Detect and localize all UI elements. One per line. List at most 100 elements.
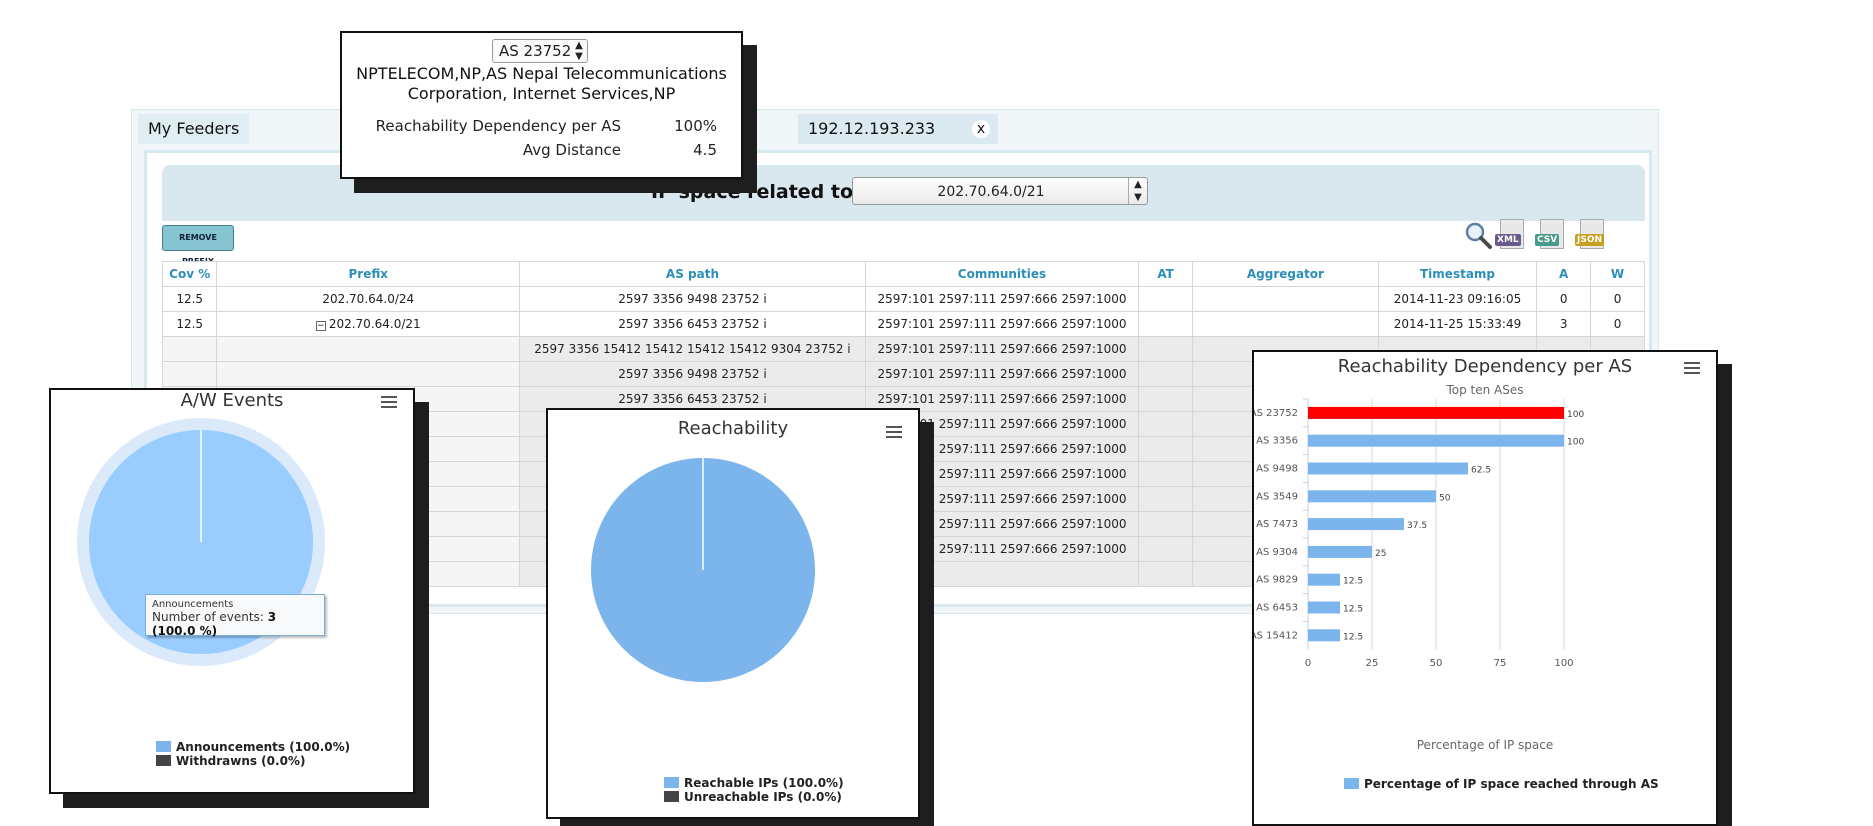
y-tick-label: AS 6453 [1256,603,1298,614]
bar [1308,490,1436,503]
y-tick-label: AS 15412 [1254,630,1298,641]
legend-label: Percentage of IP space reached through A… [1364,777,1659,791]
cell-as-path: 2597 3356 6453 23752 i [519,311,866,337]
cell-prefix-text: 202.70.64.0/21 [328,317,421,331]
aw-pie-chart [77,418,325,666]
prefix-select[interactable]: 202.70.64.0/21 ▲ ▼ [852,177,1148,205]
table-row[interactable]: 12.5 202.70.64.0/24 2597 3356 9498 23752… [161,286,1645,312]
y-tick-label: AS 3549 [1256,491,1298,502]
data-label: 100 [1567,438,1584,448]
sub-communities: 2597:101 2597:111 2597:666 2597:1000 [864,336,1140,362]
col-prefix[interactable]: Prefix [216,261,521,287]
cell-as-path: 2597 3356 9498 23752 i [519,286,866,312]
cell-a: 0 [1536,286,1592,312]
collapse-icon[interactable]: − [315,321,326,331]
prefix-select-value: 202.70.64.0/21 [937,184,1045,200]
bar [1308,434,1564,447]
cell-timestamp: 2014-11-23 09:16:05 [1377,286,1538,312]
col-w[interactable]: W [1590,261,1645,287]
aw-events-popup: A/W Events Announcements Number of event… [49,388,415,794]
as-name-line1: NPTELECOM,NP,AS Nepal Telecommunications [356,64,727,83]
as-dependency-label: Reachability Dependency per AS [375,117,621,135]
tab-my-feeders[interactable]: My Feeders [138,114,250,144]
search-icon[interactable] [1464,221,1492,249]
col-aggregator[interactable]: Aggregator [1192,261,1379,287]
legend-item[interactable]: Announcements (100.0%) [156,740,350,754]
legend-swatch [156,741,171,752]
data-label: 62.5 [1471,466,1491,476]
col-as-path[interactable]: AS path [519,261,866,287]
tab-ip-address[interactable]: 192.12.193.233 x [798,114,998,144]
as-info-popup: AS 23752 ▲ ▼ NPTELECOM,NP,AS Nepal Teleco… [340,31,743,179]
col-cov[interactable]: Cov % [161,261,218,287]
export-json-icon[interactable]: JSON [1575,219,1607,249]
sub-communities: 2597:101 2597:111 2597:666 2597:1000 [864,361,1140,387]
cell-communities: 2597:101 2597:111 2597:666 2597:1000 [864,286,1140,312]
legend-item[interactable]: Unreachable IPs (0.0%) [664,790,844,804]
dependency-popup: Reachability Dependency per AS Top ten A… [1252,350,1718,826]
dependency-bar-chart: 0 25 50 75 100 AS 23752 100 AS 3356 100 AS 9498 62… [1254,398,1584,669]
table-row[interactable]: 12.5 −202.70.64.0/21 2597 3356 6453 2375… [161,311,1645,337]
col-a[interactable]: A [1536,261,1592,287]
export-xml-label: XML [1495,234,1521,246]
x-tick-label: 0 [1305,658,1311,669]
tab-ip-label: 192.12.193.233 [808,119,936,138]
cell-a: 3 [1536,311,1592,337]
bar [1308,601,1340,614]
col-at[interactable]: AT [1138,261,1194,287]
as-select[interactable]: AS 23752 ▲ ▼ [492,39,588,63]
tooltip-body: Number of events: 3 (100.0 %) [152,610,318,638]
cell-w: 0 [1590,311,1645,337]
col-timestamp[interactable]: Timestamp [1377,261,1538,287]
y-tick-label: AS 3356 [1256,436,1298,447]
cell-cov: 12.5 [161,311,218,337]
legend-label: Unreachable IPs (0.0%) [684,790,842,804]
legend-item[interactable]: Withdrawns (0.0%) [156,754,350,768]
bar [1308,545,1372,558]
y-tick-label: AS 9829 [1256,575,1298,586]
col-communities[interactable]: Communities [864,261,1140,287]
legend-swatch [156,755,171,766]
data-label: 12.5 [1343,577,1363,587]
legend-item[interactable]: Percentage of IP space reached through A… [1344,777,1659,791]
export-csv-icon[interactable]: CSV [1535,219,1567,249]
cell-prefix: −202.70.64.0/21 [216,311,521,337]
as-distance-value: 4.5 [693,141,717,159]
cell-at [1138,311,1194,337]
cell-aggregator [1192,286,1379,312]
sub-as-path: 2597 3356 15412 15412 15412 15412 9304 2… [519,336,866,362]
aw-tooltip: Announcements Number of events: 3 (100.0… [145,594,325,638]
remove-prefix-button[interactable]: REMOVE PREFIX [162,225,234,266]
cell-w: 0 [1590,286,1645,312]
bar [1308,406,1564,419]
data-label: 100 [1567,410,1584,420]
as-dependency-value: 100% [674,117,717,135]
table-header-row: Cov % Prefix AS path Communities AT Aggr… [161,261,1645,287]
as-name: NPTELECOM,NP,AS Nepal Telecommunications… [342,64,741,104]
select-arrows-icon: ▲ ▼ [1128,178,1147,204]
export-xml-icon[interactable]: XML [1495,219,1527,249]
y-tick-label: AS 23752 [1254,408,1298,419]
legend-item[interactable]: Reachable IPs (100.0%) [664,776,844,790]
x-tick-label: 50 [1430,658,1443,669]
ip-space-label: IP space related to [651,181,854,203]
dependency-legend: Percentage of IP space reached through A… [1344,777,1659,791]
y-tick-label: AS 9498 [1256,464,1298,475]
legend-swatch [1344,778,1359,789]
tooltip-series: Announcements [152,599,234,610]
close-tab-button[interactable]: x [972,120,990,138]
legend-label: Withdrawns (0.0%) [176,754,306,768]
legend-swatch [664,777,679,788]
x-axis-title: Percentage of IP space [1416,738,1554,752]
y-tick-label: AS 9304 [1256,547,1298,558]
reachability-pie-chart [591,458,815,682]
legend-label: Announcements (100.0%) [176,740,351,754]
cell-timestamp: 2014-11-25 15:33:49 [1377,311,1538,337]
data-label: 12.5 [1343,632,1363,642]
data-label: 37.5 [1407,521,1427,531]
bar [1308,462,1468,475]
y-tick-label: AS 7473 [1256,519,1298,530]
x-tick-label: 100 [1554,658,1573,669]
cell-aggregator [1192,311,1379,337]
export-csv-label: CSV [1535,234,1560,246]
